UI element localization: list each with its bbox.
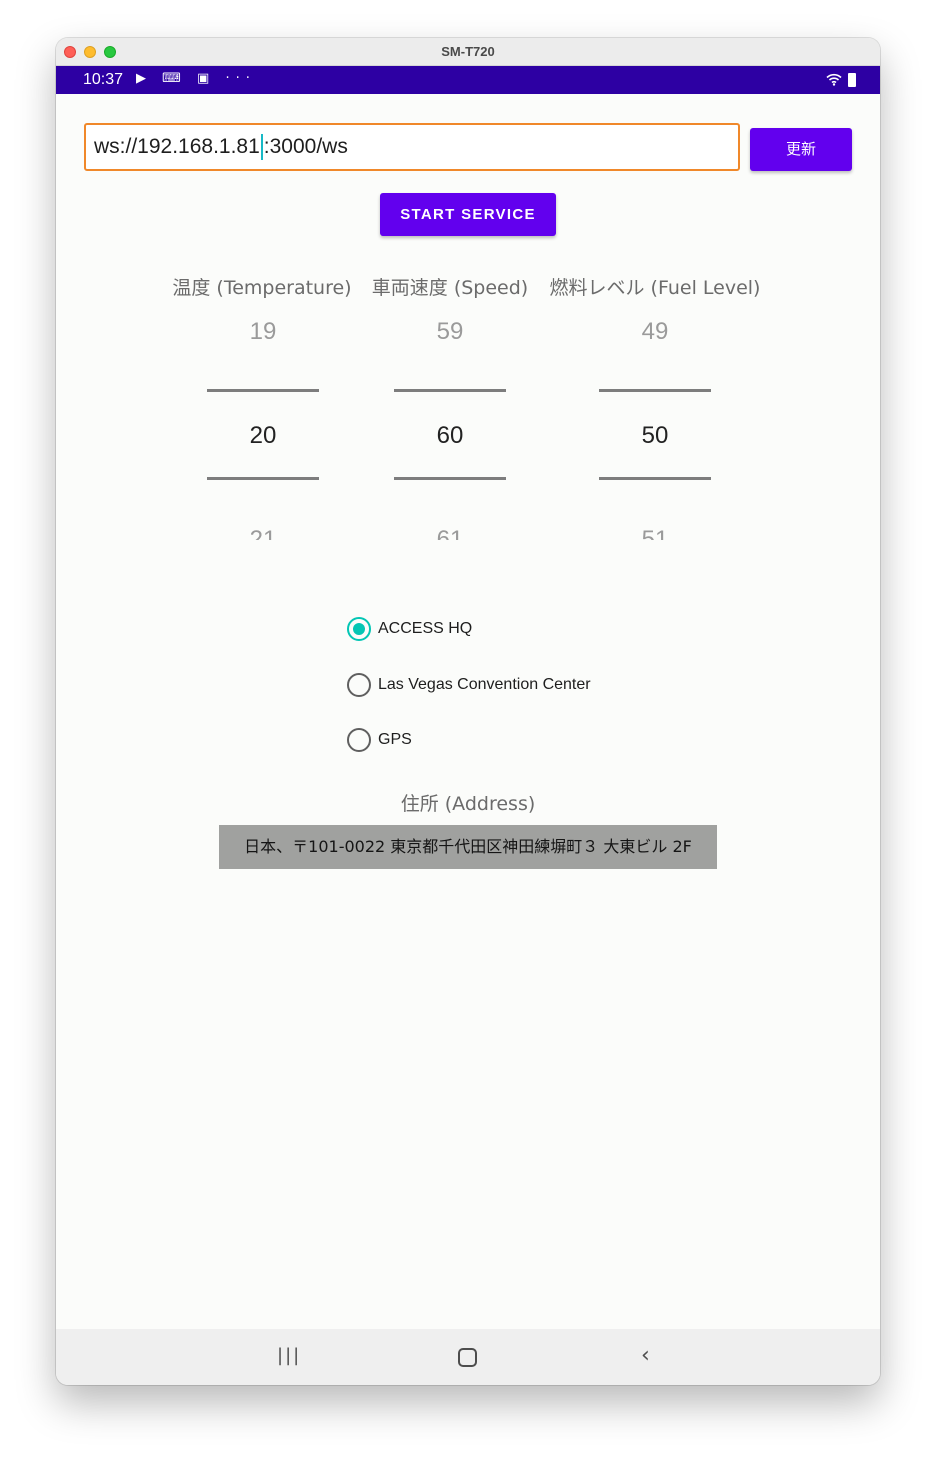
window-title: SM-T720 xyxy=(441,44,495,59)
text-caret xyxy=(260,134,263,161)
picker-divider xyxy=(207,477,319,480)
emulator-window: SM-T720 10:37 ▶ ⌨ ▣ ··· ws://192.168.1.8… xyxy=(56,38,880,1385)
picker-divider xyxy=(394,477,506,480)
wifi-icon xyxy=(826,73,842,86)
recent-apps-icon[interactable]: ||| xyxy=(277,1345,301,1366)
update-button[interactable]: 更新 xyxy=(750,128,852,171)
fuel-level-picker[interactable]: 49 50 51 xyxy=(599,314,711,540)
url-text-before-caret: ws://192.168.1.81 xyxy=(94,135,260,158)
fuel-current-value[interactable]: 50 xyxy=(599,422,711,450)
address-value: 日本、〒101-0022 東京都千代田区神田練塀町３ 大東ビル 2F xyxy=(219,825,717,869)
picker-divider xyxy=(207,389,319,392)
speed-label: 車両速度 (Speed) xyxy=(371,277,529,299)
picker-divider xyxy=(599,477,711,480)
back-icon[interactable]: ‹ xyxy=(641,1343,650,1368)
notification-icons: ▶ ⌨ ▣ ··· xyxy=(136,71,256,86)
android-navigation-bar: ||| ‹ xyxy=(56,1329,880,1385)
radio-button-unchecked[interactable] xyxy=(347,673,371,697)
temperature-label: 温度 (Temperature) xyxy=(172,277,352,299)
android-status-bar: 10:37 ▶ ⌨ ▣ ··· xyxy=(56,66,880,94)
temperature-picker[interactable]: 19 20 21 xyxy=(207,314,319,540)
temperature-prev-value[interactable]: 19 xyxy=(207,318,319,346)
fuel-level-label: 燃料レベル (Fuel Level) xyxy=(549,277,761,299)
websocket-url-input[interactable]: ws://192.168.1.81:3000/ws xyxy=(84,123,740,171)
radio-button-checked[interactable] xyxy=(347,617,371,641)
fuel-prev-value[interactable]: 49 xyxy=(599,318,711,346)
radio-button-unchecked[interactable] xyxy=(347,728,371,752)
picker-divider xyxy=(599,389,711,392)
temperature-next-value[interactable]: 21 xyxy=(207,526,319,540)
start-service-button[interactable]: START SERVICE xyxy=(380,193,556,236)
temperature-current-value[interactable]: 20 xyxy=(207,422,319,450)
fuel-next-value[interactable]: 51 xyxy=(599,526,711,540)
location-option-label: ACCESS HQ xyxy=(378,620,473,637)
battery-icon xyxy=(848,72,856,87)
home-icon[interactable] xyxy=(458,1348,477,1367)
speed-next-value[interactable]: 61 xyxy=(394,526,506,540)
address-label: 住所 (Address) xyxy=(400,793,536,815)
url-text-after-caret: :3000/ws xyxy=(263,135,348,158)
status-right-icons xyxy=(826,72,856,87)
location-option-label: Las Vegas Convention Center xyxy=(378,676,591,693)
speed-picker[interactable]: 59 60 61 xyxy=(394,314,506,540)
title-bar: SM-T720 xyxy=(56,38,880,66)
picker-divider xyxy=(394,389,506,392)
speed-current-value[interactable]: 60 xyxy=(394,422,506,450)
speed-prev-value[interactable]: 59 xyxy=(394,318,506,346)
status-time: 10:37 xyxy=(83,71,124,88)
location-option-label: GPS xyxy=(378,731,412,748)
